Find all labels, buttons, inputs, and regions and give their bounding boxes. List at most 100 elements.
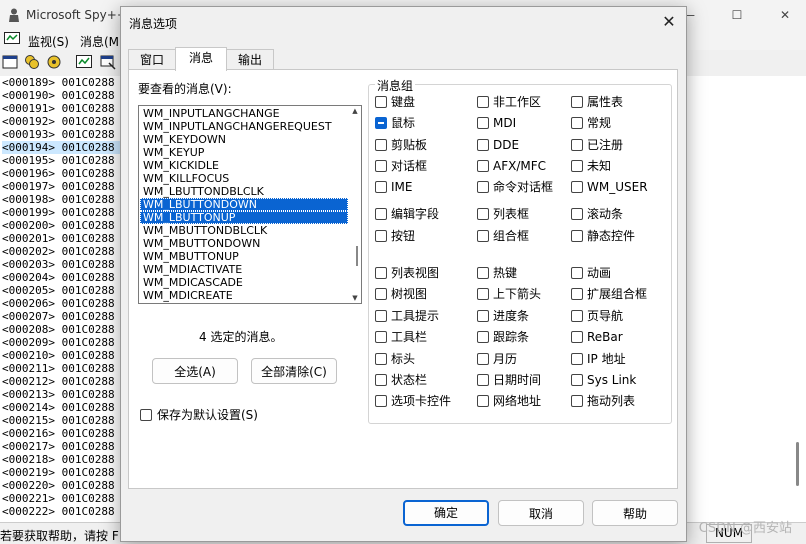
message-group-checkbox[interactable] bbox=[477, 117, 489, 130]
message-group-checkbox[interactable] bbox=[571, 309, 583, 322]
ok-button[interactable]: 确定 bbox=[403, 500, 489, 526]
message-group-label: 已注册 bbox=[587, 137, 624, 152]
message-group-checkbox[interactable] bbox=[375, 395, 387, 408]
message-groups-box: 键盘 非工作区 属性表 鼠标 MDI 常规 剪贴板 DDE 已注册 对话框 AFX/MFC 未知 IME… bbox=[368, 84, 672, 424]
spy-vertical-scrollbar[interactable] bbox=[796, 86, 800, 506]
message-list-item[interactable]: WM_KILLFOCUS bbox=[140, 172, 348, 185]
message-list-item[interactable]: WM_KICKIDLE bbox=[140, 159, 348, 172]
message-group-checkbox[interactable] bbox=[477, 352, 489, 365]
message-group-checkbox[interactable] bbox=[477, 138, 489, 151]
message-group-label: 标头 bbox=[391, 351, 416, 366]
messages-tab-panel: 要查看的消息(V): ▲ ▼ WM_INPUTLANGCHANGE WM_INPU… bbox=[128, 69, 678, 489]
save-default-checkbox[interactable] bbox=[140, 409, 152, 421]
message-group-checkbox[interactable] bbox=[375, 374, 387, 386]
message-list-item[interactable]: WM_LBUTTONDOWN bbox=[140, 198, 348, 211]
message-group-label: 上下箭头 bbox=[493, 287, 542, 302]
scroll-thumb[interactable] bbox=[796, 442, 799, 486]
message-group-checkbox[interactable] bbox=[375, 309, 387, 322]
message-group-label: 命令对话框 bbox=[493, 180, 554, 195]
message-group-checkbox[interactable] bbox=[571, 331, 583, 344]
menu-messages[interactable]: 消息(M bbox=[80, 33, 119, 50]
menu-monitor[interactable]: 监视(S) bbox=[28, 33, 69, 50]
message-group-label: 工具栏 bbox=[391, 330, 428, 345]
message-group-checkbox[interactable] bbox=[375, 267, 387, 279]
dialog-close-icon[interactable]: ✕ bbox=[660, 13, 678, 31]
messages-listbox[interactable]: ▲ ▼ WM_INPUTLANGCHANGE WM_INPUTLANGCHANGE… bbox=[138, 105, 362, 304]
windows-icon[interactable] bbox=[2, 54, 18, 70]
message-group-checkbox[interactable] bbox=[477, 267, 489, 279]
message-list-item[interactable]: WM_KEYDOWN bbox=[140, 133, 348, 146]
help-button[interactable]: 帮助 bbox=[592, 500, 678, 526]
message-groups-title: 消息组 bbox=[375, 77, 416, 94]
message-group-checkbox[interactable] bbox=[571, 96, 583, 108]
message-list-item[interactable]: WM_MBUTTONDOWN bbox=[140, 237, 348, 250]
message-list-item[interactable]: WM_LBUTTONUP bbox=[140, 211, 348, 224]
message-list-item[interactable]: WM_MDICREATE bbox=[140, 289, 348, 302]
message-group-checkbox[interactable] bbox=[477, 159, 489, 172]
message-group-label: 剪贴板 bbox=[391, 137, 428, 152]
message-group-checkbox[interactable] bbox=[477, 181, 489, 194]
save-default-label: 保存为默认设置(S) bbox=[157, 408, 258, 422]
message-group-checkbox[interactable] bbox=[477, 208, 489, 220]
message-list-item[interactable]: WM_MBUTTONUP bbox=[140, 250, 348, 263]
cancel-button[interactable]: 取消 bbox=[498, 500, 584, 526]
message-group-checkbox[interactable] bbox=[477, 229, 489, 242]
processes-icon[interactable] bbox=[24, 54, 40, 70]
log-messages-icon[interactable] bbox=[76, 54, 92, 70]
tab-output[interactable]: 输出 bbox=[226, 49, 274, 70]
message-list-item[interactable]: WM_KEYUP bbox=[140, 146, 348, 159]
message-group-checkbox[interactable] bbox=[571, 208, 583, 220]
message-group-label: IP 地址 bbox=[587, 351, 626, 366]
message-group-label: WM_USER bbox=[587, 180, 648, 195]
message-list-item[interactable]: WM_INPUTLANGCHANGEREQUEST bbox=[140, 120, 348, 133]
message-group-label: 动画 bbox=[587, 266, 612, 280]
select-all-button[interactable]: 全选(A) bbox=[152, 358, 238, 384]
message-list-item[interactable]: WM_INPUTLANGCHANGE bbox=[140, 107, 348, 120]
maximize-icon[interactable]: ☐ bbox=[730, 8, 744, 22]
message-group-checkbox[interactable] bbox=[375, 331, 387, 344]
message-group-checkbox[interactable] bbox=[477, 309, 489, 322]
message-group-checkbox[interactable] bbox=[375, 96, 387, 108]
list-scroll-thumb[interactable] bbox=[356, 246, 358, 266]
tab-messages[interactable]: 消息 bbox=[175, 47, 227, 71]
message-group-checkbox[interactable] bbox=[571, 181, 583, 194]
message-group-checkbox[interactable] bbox=[375, 352, 387, 365]
message-group-checkbox[interactable] bbox=[571, 117, 583, 130]
message-list-item[interactable]: WM_MBUTTONDBLCLK bbox=[140, 224, 348, 237]
message-list-item[interactable]: WM_MDIACTIVATE bbox=[140, 263, 348, 276]
clear-all-button[interactable]: 全部清除(C) bbox=[251, 358, 337, 384]
message-group-checkbox[interactable] bbox=[477, 288, 489, 301]
message-group-checkbox[interactable] bbox=[571, 138, 583, 151]
close-icon[interactable]: ✕ bbox=[778, 8, 792, 22]
message-group-label: ReBar bbox=[587, 330, 623, 345]
message-group-checkbox[interactable] bbox=[375, 117, 387, 130]
list-scroll-down-icon[interactable]: ▼ bbox=[351, 294, 359, 302]
message-group-checkbox[interactable] bbox=[477, 374, 489, 386]
threads-icon[interactable] bbox=[46, 54, 62, 70]
message-group-checkbox[interactable] bbox=[571, 288, 583, 301]
message-group-checkbox[interactable] bbox=[571, 229, 583, 242]
tab-windows[interactable]: 窗口 bbox=[128, 49, 176, 70]
message-group-checkbox[interactable] bbox=[477, 96, 489, 108]
message-group-checkbox[interactable] bbox=[375, 229, 387, 242]
find-window-icon[interactable] bbox=[100, 54, 116, 70]
message-group-checkbox[interactable] bbox=[571, 267, 583, 279]
message-options-dialog: 消息选项 ✕ 窗口 消息 输出 要查看的消息(V): ▲ ▼ WM_INPUTL… bbox=[120, 6, 687, 542]
message-group-checkbox[interactable] bbox=[375, 159, 387, 172]
message-group-checkbox[interactable] bbox=[375, 181, 387, 194]
message-list-item[interactable]: WM_LBUTTONDBLCLK bbox=[140, 185, 348, 198]
message-group-checkbox[interactable] bbox=[571, 374, 583, 386]
list-scroll-up-icon[interactable]: ▲ bbox=[351, 107, 359, 115]
message-group-checkbox[interactable] bbox=[477, 331, 489, 344]
message-group-checkbox[interactable] bbox=[375, 138, 387, 151]
message-group-checkbox[interactable] bbox=[571, 395, 583, 408]
message-group-checkbox[interactable] bbox=[477, 395, 489, 408]
message-group-checkbox[interactable] bbox=[571, 352, 583, 365]
watermark: CSDN @西安站 bbox=[698, 521, 792, 536]
message-group-checkbox[interactable] bbox=[571, 159, 583, 172]
message-group-checkbox[interactable] bbox=[375, 208, 387, 220]
message-group-checkbox[interactable] bbox=[375, 288, 387, 301]
message-group-label: 对话框 bbox=[391, 158, 428, 173]
message-list-item[interactable]: WM_MDICASCADE bbox=[140, 276, 348, 289]
message-group-label: 列表视图 bbox=[391, 266, 440, 280]
